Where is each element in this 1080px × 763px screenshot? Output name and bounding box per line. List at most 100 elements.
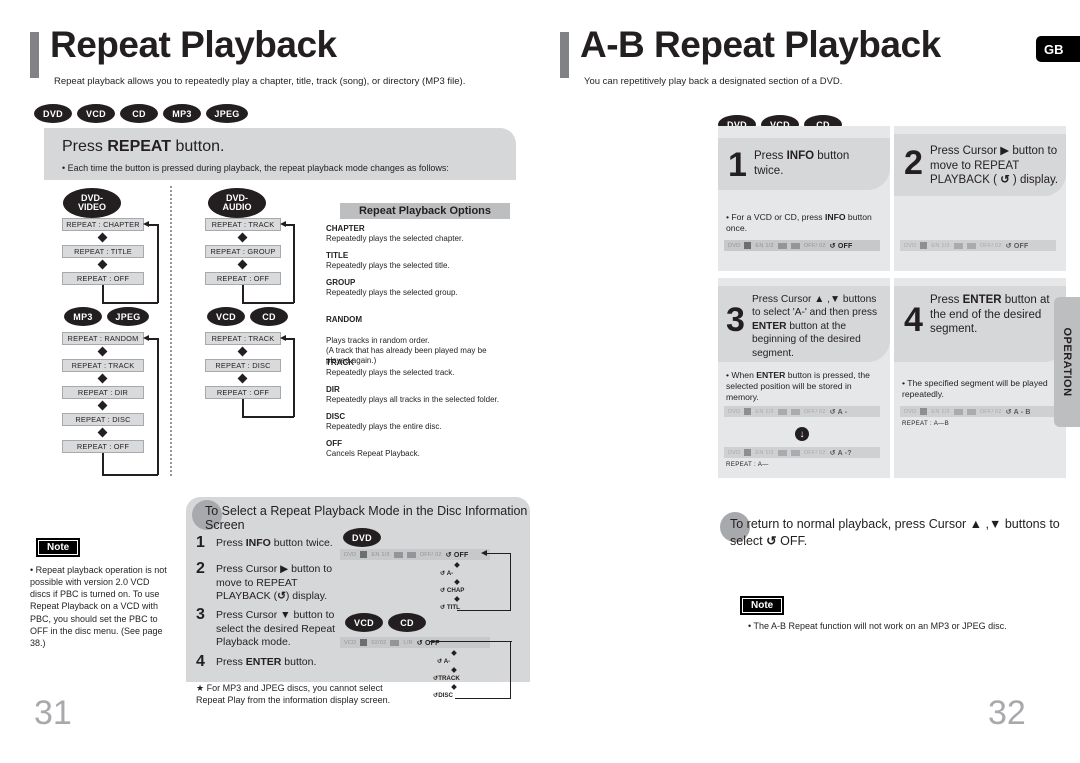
osd-bar-step-3b: DVD EN 1/3 OFF/ 02 ↺ A -? (724, 447, 880, 458)
banner-disc-pill-cd: CD (388, 613, 426, 632)
disc-pill-mp3: MP3 (64, 307, 102, 326)
flow-step-box: REPEAT : TRACK (205, 332, 281, 345)
flow-arrow-diamond (237, 373, 248, 384)
section-tab-label: OPERATION (1061, 327, 1073, 397)
banner-disc-pill-group: VCD CD (345, 613, 426, 632)
osd-time: OFF/ 02 (979, 242, 1002, 249)
osd-repeat-state: ↺ OFF (829, 242, 853, 250)
osd-time: OFF/ 02 (803, 449, 826, 456)
flow-connector (242, 285, 244, 303)
disc-pill-vcd: VCD (207, 307, 245, 326)
step-3-sub: • When ENTER button is pressed, the sele… (726, 370, 870, 403)
flow-label-line2: VIDEO (77, 202, 106, 212)
flow-step-box: REPEAT : GROUP (205, 245, 281, 258)
subtitle-icon (360, 551, 368, 558)
instruction-bullet: • Each time the button is pressed during… (62, 163, 449, 173)
page-title: Repeat Playback (50, 24, 337, 65)
osd-audio: EN 1/3 (371, 551, 390, 558)
mode-item: ↺DISC (433, 692, 453, 699)
options-title: Repeat Playback Options (340, 203, 510, 219)
flow-arrow-diamond (237, 259, 248, 270)
step-number: 3 (726, 301, 745, 339)
banner-disc-pill-dvd: DVD (343, 528, 381, 547)
angle-icon (393, 551, 403, 558)
flow-label-dvd-video: DVD- VIDEO (63, 188, 121, 218)
right-page: A-B Repeat Playback You can repetitively… (540, 0, 1080, 763)
flow-step-box: REPEAT : RANDOM (62, 332, 144, 345)
flow-connector (102, 302, 158, 304)
mode-loop-connector (487, 553, 511, 554)
page-number-left: 31 (34, 694, 72, 732)
flow-step-box: REPEAT : OFF (62, 440, 144, 453)
flow-step-box: REPEAT : DIR (62, 386, 144, 399)
mode-loop-connector (430, 641, 512, 642)
osd-repeat-state: ↺ A -? (829, 449, 852, 457)
flow-label-vcd-cd: VCD CD (207, 307, 288, 326)
osd-caption: REPEAT : A— (726, 461, 769, 468)
flow-arrow-diamond (237, 346, 248, 357)
osd-bar-vcd: VCD 02/02 L/R ↺ OFF (340, 637, 490, 648)
flow-connector (293, 338, 295, 417)
step-3-text: Press Cursor ▲ ,▼ buttons to select 'A-'… (752, 294, 878, 359)
option-desc: Cancels Repeat Playback. (326, 449, 420, 459)
flow-connector (148, 338, 158, 340)
disc-pill-jpeg: JPEG (206, 104, 248, 123)
flow-step-box: REPEAT : CHAPTER (62, 218, 144, 231)
osd-time: OFF/ 02 (803, 242, 826, 249)
flow-connector (157, 338, 159, 475)
option-desc: Repeatedly plays the selected group. (326, 288, 458, 298)
flow-connector-arrow (280, 335, 286, 341)
mode-loop-arrow (481, 550, 487, 556)
step-number: 2 (904, 144, 923, 182)
disc-pill-mp3: MP3 (163, 104, 201, 123)
instruction-prefix: Press (62, 138, 108, 155)
disc-pill-cd: CD (120, 104, 158, 123)
mode-loop-connector (455, 698, 511, 699)
flow-connector (285, 338, 294, 340)
flow-connector (242, 416, 294, 418)
return-text: To return to normal playback, press Curs… (730, 517, 1060, 548)
instruction-suffix: button. (171, 138, 225, 155)
header-accent-bar (30, 32, 39, 78)
flow-label-dvd-audio: DVD- AUDIO (208, 188, 266, 218)
disc-pill-cd: CD (250, 307, 288, 326)
flow-step-box: REPEAT : OFF (62, 272, 144, 285)
osd-repeat-state: ↺ OFF (445, 551, 469, 559)
note-tag: Note (740, 596, 785, 615)
option-term: TITLE (326, 251, 349, 260)
screen-icon (966, 408, 976, 415)
column-divider (170, 186, 173, 476)
option-title: TITLE Repeatedly plays the selected titl… (326, 251, 521, 271)
left-page-header: Repeat Playback Repeat playback allows y… (30, 24, 530, 90)
page-number-right: 32 (988, 694, 1026, 732)
subtitle-icon (744, 242, 752, 249)
mode-item: ↺TRACK (433, 675, 460, 682)
flow-arrow-diamond (97, 259, 108, 270)
flow-step-box: REPEAT : DISC (205, 359, 281, 372)
angle-icon (953, 242, 963, 249)
osd-audio: EN 1/3 (755, 449, 774, 456)
osd-bar-step-2: DVD EN 1/3 OFF/ 02 ↺ OFF (900, 240, 1056, 251)
option-track: TRACK Repeatedly plays the selected trac… (326, 358, 521, 378)
flow-label-mp3-jpeg: MP3 JPEG (64, 307, 149, 326)
option-group: GROUP Repeatedly plays the selected grou… (326, 278, 521, 298)
page-title: A-B Repeat Playback (580, 24, 941, 65)
option-desc: Repeatedly plays the entire disc. (326, 422, 442, 432)
step-number: 1 (728, 146, 747, 184)
flow-step-box: REPEAT : DISC (62, 413, 144, 426)
angle-icon (777, 449, 787, 456)
osd-bar-dvd: DVD EN 1/3 OFF/ 02 ↺ OFF (340, 549, 490, 560)
note-text: • Repeat playback operation is not possi… (30, 565, 167, 648)
disc-pill-vcd: VCD (77, 104, 115, 123)
banner-footnote: ★ For MP3 and JPEG discs, you cannot sel… (196, 683, 391, 705)
mode-item: ↺ CHAP (440, 587, 465, 594)
flow-connector (242, 302, 294, 304)
osd-repeat-state: ↺ A - B (1005, 408, 1031, 416)
flow-step-box: REPEAT : OFF (205, 386, 281, 399)
osd-repeat-state: ↺ OFF (1005, 242, 1029, 250)
flow-arrow-diamond (97, 400, 108, 411)
osd-audio: EN 1/3 (931, 242, 950, 249)
mode-loop-connector (510, 553, 511, 611)
subtitle-icon (920, 242, 928, 249)
osd-bar-step-4: DVD EN 1/3 OFF/ 02 ↺ A - B (900, 406, 1056, 417)
